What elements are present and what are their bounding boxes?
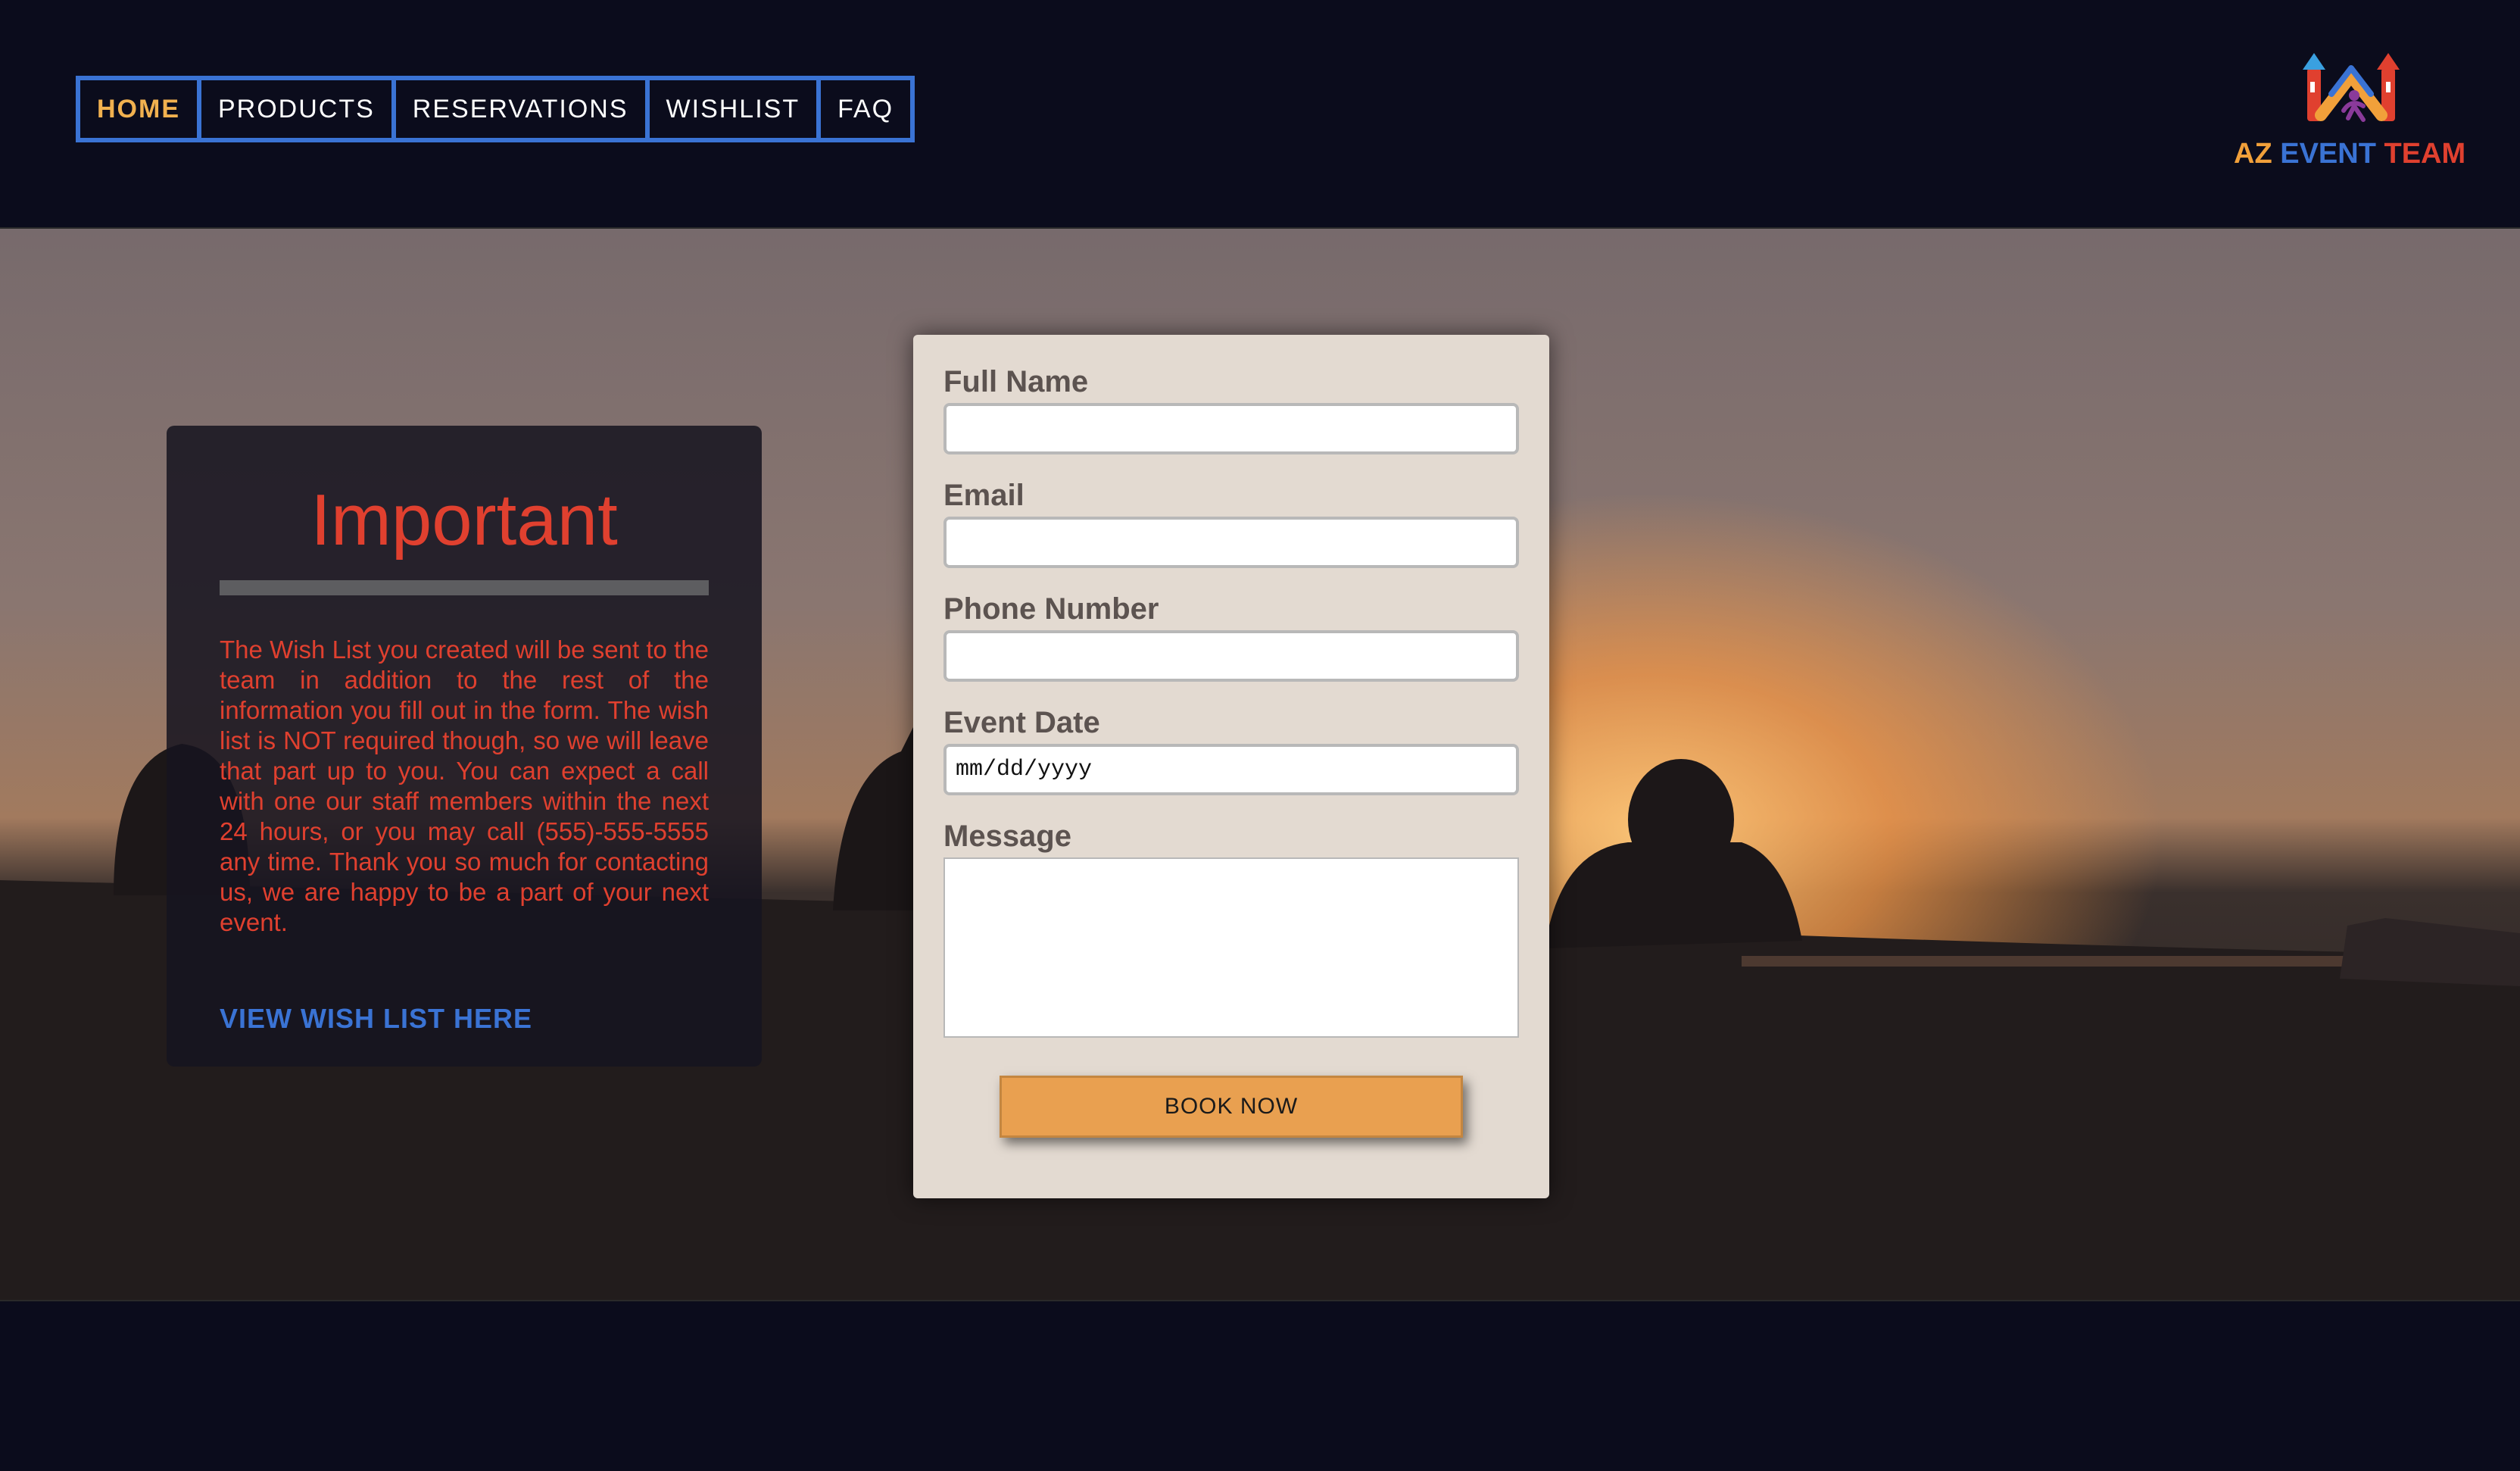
email-input[interactable] bbox=[943, 517, 1519, 568]
hero-section: Important The Wish List you created will… bbox=[0, 227, 2520, 1301]
phone-label: Phone Number bbox=[943, 592, 1159, 626]
main-nav: HOME PRODUCTS RESERVATIONS WISHLIST FAQ bbox=[76, 76, 915, 142]
full-name-input[interactable] bbox=[943, 403, 1519, 454]
event-date-label: Event Date bbox=[943, 706, 1100, 739]
book-now-button[interactable]: BOOK NOW bbox=[1000, 1076, 1463, 1138]
email-label: Email bbox=[943, 479, 1025, 512]
nav-wishlist[interactable]: WISHLIST bbox=[644, 80, 817, 138]
logo-wordmark: AZ EVENT TEAM bbox=[2234, 138, 2465, 170]
message-label: Message bbox=[943, 820, 1071, 853]
nav-faq[interactable]: FAQ bbox=[816, 80, 910, 138]
phone-input[interactable] bbox=[943, 630, 1519, 682]
logo-text-az: AZ bbox=[2234, 138, 2272, 170]
nav-home[interactable]: HOME bbox=[80, 80, 197, 138]
important-notice-card: Important The Wish List you created will… bbox=[167, 426, 762, 1067]
message-textarea[interactable] bbox=[943, 857, 1519, 1038]
nav-products[interactable]: PRODUCTS bbox=[197, 80, 391, 138]
site-logo[interactable]: AZ EVENT TEAM bbox=[2234, 45, 2465, 182]
logo-text-event: EVENT bbox=[2280, 138, 2376, 170]
event-date-input[interactable]: mm/dd/yyyy bbox=[943, 744, 1519, 795]
view-wishlist-link[interactable]: VIEW WISH LIST HERE bbox=[220, 1003, 532, 1035]
booking-form: Full Name Email Phone Number Event Date … bbox=[913, 335, 1549, 1198]
nav-reservations[interactable]: RESERVATIONS bbox=[391, 80, 645, 138]
site-footer bbox=[0, 1301, 2520, 1471]
notice-body: The Wish List you created will be sent t… bbox=[220, 636, 709, 936]
notice-title: Important bbox=[310, 479, 618, 561]
notice-divider bbox=[220, 580, 709, 595]
full-name-label: Full Name bbox=[943, 365, 1089, 398]
logo-text-team: TEAM bbox=[2384, 138, 2466, 170]
bounce-house-logo-icon bbox=[2303, 53, 2400, 122]
site-header: HOME PRODUCTS RESERVATIONS WISHLIST FAQ … bbox=[0, 0, 2520, 227]
